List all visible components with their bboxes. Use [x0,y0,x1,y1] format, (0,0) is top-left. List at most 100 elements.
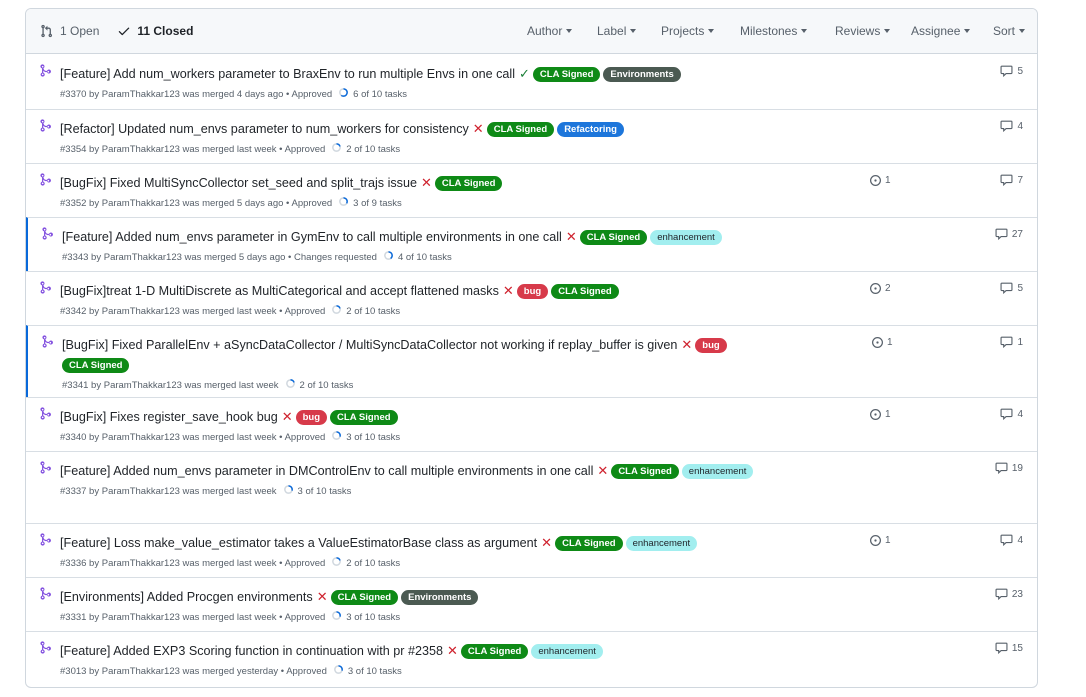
checks-failed-icon[interactable]: ✕ [597,463,608,478]
linked-issues-link[interactable]: 1 [869,534,891,547]
checks-failed-icon[interactable]: ✕ [681,337,692,352]
pr-author-link[interactable]: ParamThakkar123 [102,612,180,623]
filter-assignee-dropdown[interactable]: Assignee [911,24,971,38]
checks-failed-icon[interactable]: ✕ [447,643,458,658]
checks-failed-icon[interactable]: ✕ [282,409,293,424]
pr-review-status[interactable]: • Changes requested [288,252,377,263]
label-cla-signed[interactable]: CLA Signed [62,358,130,373]
pr-title-link[interactable]: [Feature] Added EXP3 Scoring function in… [60,644,443,658]
label-cla-signed[interactable]: CLA Signed [579,230,648,245]
linked-issues-link[interactable]: 1 [869,408,891,421]
pr-author-link[interactable]: ParamThakkar123 [102,198,180,209]
label-bug[interactable]: bug [295,410,328,425]
comments-link[interactable]: 4 [1000,120,1023,132]
label-environments[interactable]: Environments [603,67,681,82]
pr-tasks[interactable]: 2 of 10 tasks [346,558,400,569]
pr-title-link[interactable]: [Feature] Loss make_value_estimator take… [60,536,537,550]
pr-review-status[interactable]: • Approved [279,612,325,623]
label-bug[interactable]: bug [516,284,549,299]
pr-author-link[interactable]: ParamThakkar123 [102,558,180,569]
label-cla-signed[interactable]: CLA Signed [611,464,679,479]
checks-failed-icon[interactable]: ✕ [421,175,432,190]
pr-title-link[interactable]: [Environments] Added Procgen environment… [60,590,313,604]
pr-review-status[interactable]: • Approved [279,558,325,569]
linked-issues-link[interactable]: 1 [871,336,893,349]
pr-tasks[interactable]: 2 of 10 tasks [346,306,400,317]
label-enhancement[interactable]: enhancement [625,536,698,551]
comments-link[interactable]: 23 [995,588,1023,600]
linked-issues-link[interactable]: 2 [869,282,891,295]
label-cla-signed[interactable]: CLA Signed [330,410,398,425]
pr-review-status[interactable]: • Approved [279,432,325,443]
label-cla-signed[interactable]: CLA Signed [555,536,623,551]
filter-author-dropdown[interactable]: Author [527,24,573,38]
pr-author-link[interactable]: ParamThakkar123 [102,306,180,317]
filter-projects-dropdown[interactable]: Projects [661,24,715,38]
label-enhancement[interactable]: enhancement [531,644,603,659]
pr-review-status[interactable]: • Approved [279,144,325,155]
pr-review-status[interactable]: • Approved [286,198,332,209]
pr-tasks[interactable]: 3 of 10 tasks [346,432,400,443]
checks-failed-icon[interactable]: ✕ [503,283,514,298]
filter-milestones-dropdown[interactable]: Milestones [740,24,808,38]
label-cla-signed[interactable]: CLA Signed [486,122,555,137]
pr-author-link[interactable]: ParamThakkar123 [104,380,182,391]
pr-title-link[interactable]: [Feature] Added num_envs parameter in DM… [60,464,593,478]
pr-review-status[interactable]: • Approved [279,306,325,317]
pr-tasks[interactable]: 2 of 10 tasks [346,144,400,155]
label-enhancement[interactable]: enhancement [650,230,722,245]
filter-reviews-dropdown[interactable]: Reviews [835,24,891,38]
pr-number: #3013 [60,665,87,677]
pr-tasks[interactable]: 3 of 10 tasks [346,612,400,623]
pr-title-link[interactable]: [BugFix] Fixes register_save_hook bug [60,410,278,424]
pr-author-link[interactable]: ParamThakkar123 [102,432,180,443]
checks-failed-icon[interactable]: ✕ [541,535,552,550]
checks-failed-icon[interactable]: ✕ [566,229,577,244]
label-enhancement[interactable]: enhancement [681,464,754,479]
pr-author-link[interactable]: ParamThakkar123 [102,486,180,497]
checks-passed-icon[interactable]: ✓ [519,66,530,81]
label-cla-signed[interactable]: CLA Signed [330,590,399,605]
pr-tasks[interactable]: 3 of 10 tasks [348,666,402,677]
pr-title-link[interactable]: [Feature] Add num_workers parameter to B… [60,67,515,81]
pr-merged-time: was merged last week [182,611,277,623]
comments-link[interactable]: 15 [995,642,1023,654]
pr-author-link[interactable]: ParamThakkar123 [102,89,180,100]
comments-link[interactable]: 7 [1000,174,1023,186]
comments-link[interactable]: 4 [1000,534,1023,546]
label-environments[interactable]: Environments [401,590,479,605]
pr-title-link[interactable]: [Feature] Added num_envs parameter in Gy… [62,230,562,244]
label-cla-signed[interactable]: CLA Signed [460,644,529,659]
comments-link[interactable]: 1 [1000,336,1023,348]
filter-label-dropdown[interactable]: Label [597,24,637,38]
label-bug[interactable]: bug [695,338,727,353]
pr-review-status[interactable]: • Approved [286,89,332,100]
pr-tasks[interactable]: 3 of 10 tasks [298,486,352,497]
pr-title-line: [BugFix]treat 1-D MultiDiscrete as Multi… [60,281,860,301]
pr-tasks[interactable]: 2 of 10 tasks [300,380,354,391]
label-cla-signed[interactable]: CLA Signed [434,176,503,191]
pr-tasks[interactable]: 4 of 10 tasks [398,252,452,263]
pr-title-link[interactable]: [BugFix] Fixed MultiSyncCollector set_se… [60,176,417,190]
checks-failed-icon[interactable]: ✕ [317,589,328,604]
pr-author-link[interactable]: ParamThakkar123 [102,144,180,155]
label-cla-signed[interactable]: CLA Signed [532,67,601,82]
pr-author-link[interactable]: ParamThakkar123 [102,666,180,677]
pr-author-link[interactable]: ParamThakkar123 [104,252,182,263]
comments-link[interactable]: 19 [995,462,1023,474]
comments-link[interactable]: 5 [1000,282,1023,294]
linked-issues-link[interactable]: 1 [869,174,891,187]
comments-link[interactable]: 4 [1000,408,1023,420]
pr-title-link[interactable]: [BugFix] Fixed ParallelEnv + aSyncDataCo… [62,338,677,352]
label-cla-signed[interactable]: CLA Signed [551,284,619,299]
pr-title-link[interactable]: [BugFix]treat 1-D MultiDiscrete as Multi… [60,284,499,298]
comments-link[interactable]: 27 [995,228,1023,240]
filter-sort-dropdown[interactable]: Sort [993,24,1026,38]
pr-tasks[interactable]: 6 of 10 tasks [353,89,407,100]
comments-link[interactable]: 5 [1000,65,1023,77]
pr-review-status[interactable]: • Approved [281,666,327,677]
checks-failed-icon[interactable]: ✕ [473,121,484,136]
pr-title-link[interactable]: [Refactor] Updated num_envs parameter to… [60,122,469,136]
label-refactoring[interactable]: Refactoring [557,122,624,137]
pr-tasks[interactable]: 3 of 9 tasks [353,198,402,209]
